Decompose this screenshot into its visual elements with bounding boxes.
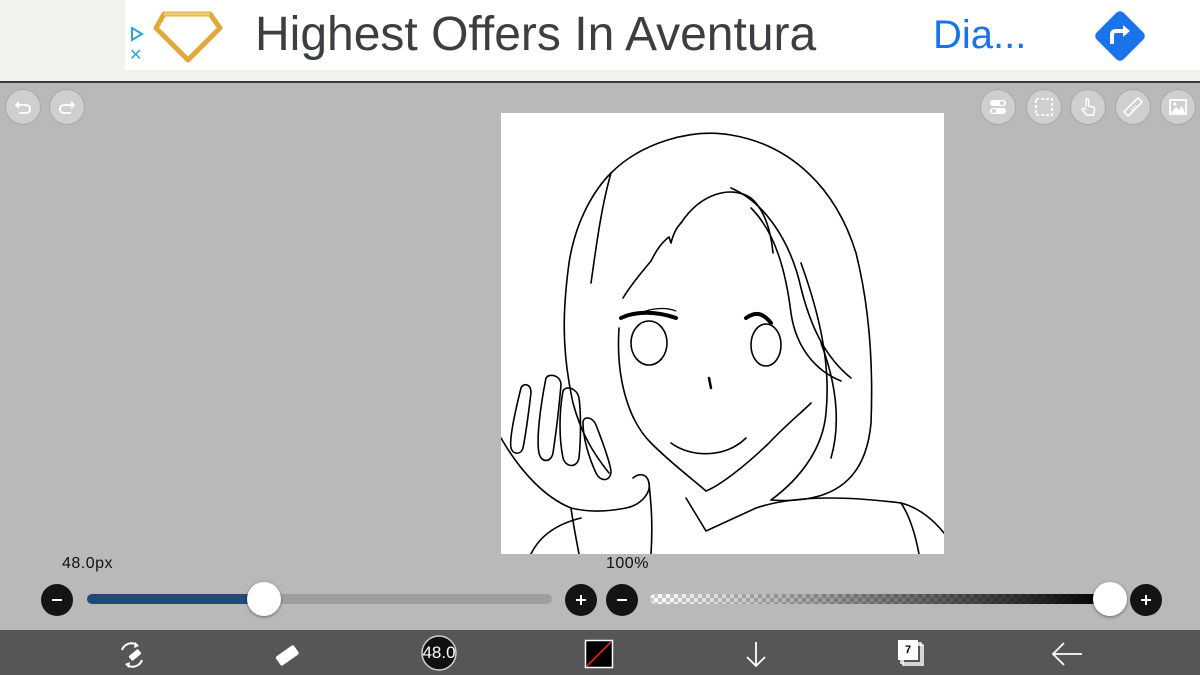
redo-icon [59, 101, 76, 114]
opacity-decrease-button[interactable] [606, 584, 638, 616]
undo-icon [14, 101, 31, 114]
layers-icon [898, 640, 924, 666]
ruler-icon [1123, 97, 1143, 117]
transform-icon[interactable] [117, 640, 147, 670]
line-art-drawing [501, 132, 944, 554]
toggle-settings-icon [990, 100, 1006, 114]
brush-size-decrease-button[interactable] [41, 584, 73, 616]
diamond-logo-icon [153, 11, 223, 63]
hand-pointer-icon [1081, 97, 1096, 116]
ad-separator [0, 81, 1200, 83]
color-swatch-icon[interactable] [584, 639, 614, 669]
image-icon [1169, 99, 1187, 115]
selection-button[interactable] [1026, 89, 1062, 125]
brush-size-label: 48.0px [62, 555, 114, 572]
brush-size-button[interactable]: 48.0 [418, 634, 460, 672]
brush-size-slider-track[interactable] [87, 594, 552, 604]
brush-size-increase-button[interactable] [565, 584, 597, 616]
layers-button[interactable]: 7 [896, 638, 928, 670]
hand-button[interactable] [1070, 89, 1106, 125]
eraser-icon[interactable] [272, 640, 302, 670]
layers-count: 7 [905, 644, 912, 656]
brush-size-slider-thumb[interactable] [247, 582, 281, 616]
directions-icon[interactable] [1090, 6, 1150, 66]
opacity-label: 100% [606, 555, 649, 572]
brush-size-value: 48.0 [422, 643, 456, 662]
close-icon[interactable]: ✕ [129, 48, 142, 64]
arrow-left-icon[interactable] [1050, 640, 1084, 668]
ruler-button[interactable] [1115, 89, 1151, 125]
material-button[interactable] [1160, 89, 1196, 125]
opacity-slider-track[interactable] [650, 594, 1110, 604]
selection-icon [1035, 98, 1053, 116]
undo-button[interactable] [5, 89, 41, 125]
opacity-increase-button[interactable] [1130, 584, 1162, 616]
minus-icon [617, 599, 627, 601]
drawing-canvas[interactable] [501, 113, 944, 554]
arrow-down-icon[interactable] [741, 639, 771, 669]
brush-size-slider-fill [87, 594, 264, 604]
plus-icon [576, 595, 586, 605]
minus-icon [52, 599, 62, 601]
redo-button[interactable] [49, 89, 85, 125]
plus-icon [1141, 595, 1151, 605]
settings-toggle-button[interactable] [980, 89, 1016, 125]
adchoices-icon[interactable] [129, 26, 145, 42]
ad-cta[interactable]: Dia... [933, 10, 1026, 60]
opacity-slider-thumb[interactable] [1093, 582, 1127, 616]
ad-headline[interactable]: Highest Offers In Aventura [255, 6, 816, 64]
